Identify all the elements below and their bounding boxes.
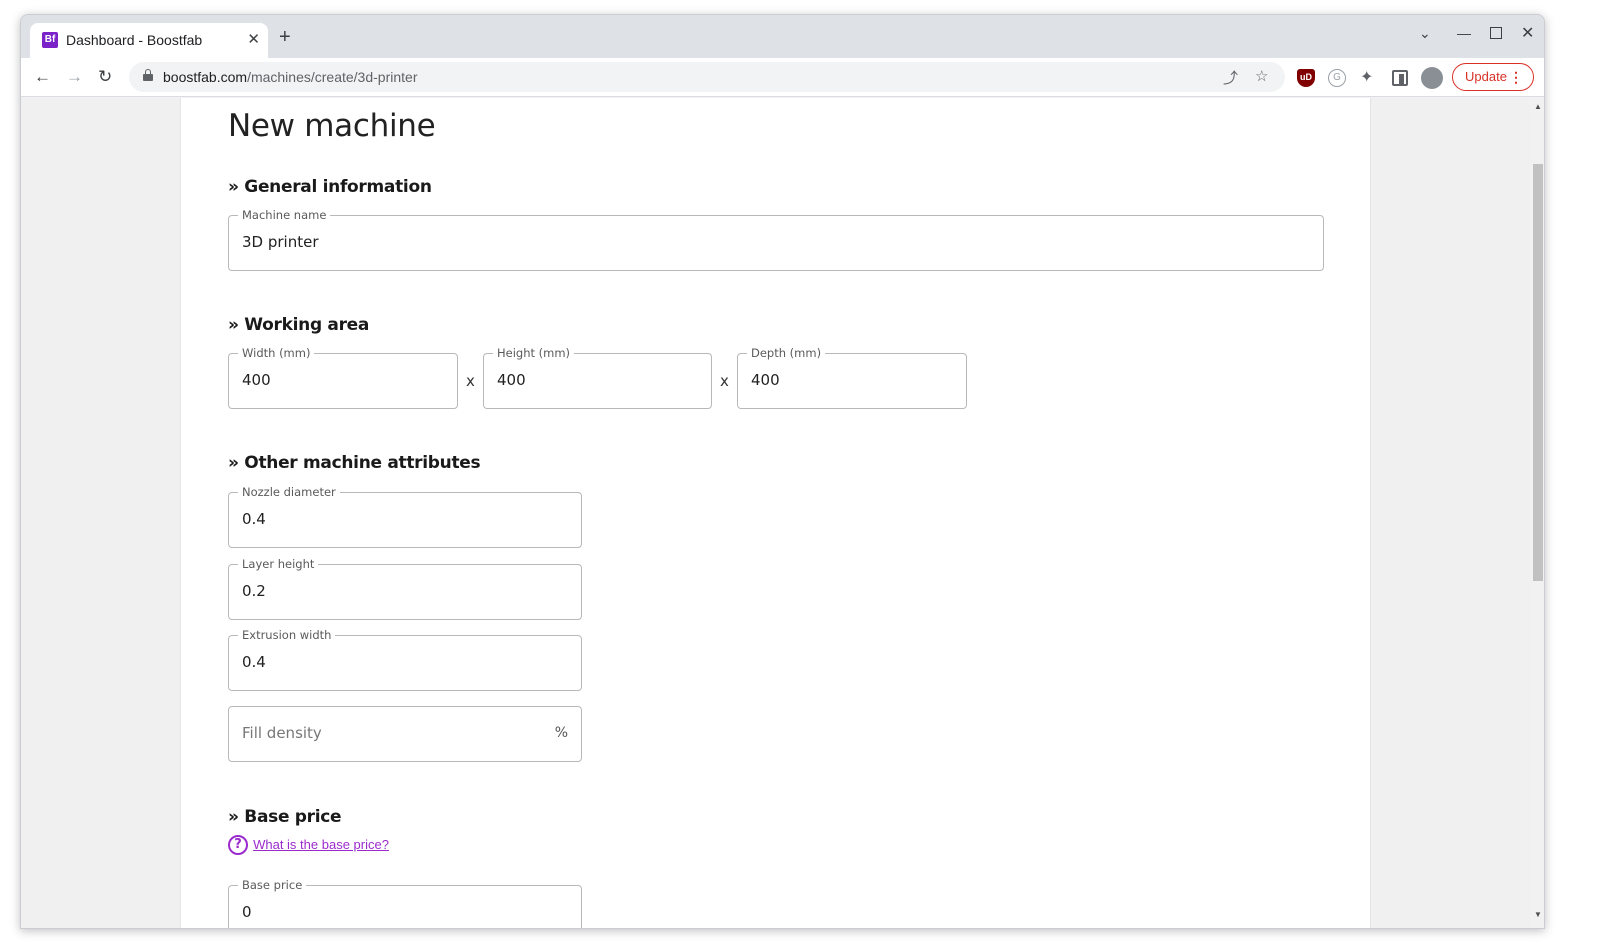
machine-name-field[interactable]: Machine name 3D printer xyxy=(228,208,1324,271)
share-icon[interactable]: ⤴ xyxy=(1223,67,1238,88)
boostfab-favicon-icon: Bf xyxy=(42,32,58,48)
bookmark-star-icon[interactable]: ☆ xyxy=(1255,67,1268,85)
tab-search-chevron-icon[interactable]: ⌄ xyxy=(1419,25,1431,42)
section-other-machine-attributes: » Other machine attributes xyxy=(228,453,481,473)
tab-dashboard[interactable]: Bf Dashboard - Boostfab ✕ xyxy=(30,23,268,58)
dimension-separator: x xyxy=(720,372,729,390)
browser-window: Bf Dashboard - Boostfab ✕ + ⌄ — ✕ ← → ↻ … xyxy=(20,14,1545,929)
address-bar[interactable]: boostfab.com/machines/create/3d-printer … xyxy=(129,62,1285,92)
back-arrow-icon[interactable]: ← xyxy=(34,67,51,87)
lock-icon xyxy=(143,69,153,81)
tab-close-icon[interactable]: ✕ xyxy=(247,30,260,48)
reload-icon[interactable]: ↻ xyxy=(98,67,112,87)
vertical-scrollbar[interactable]: ▲ ▼ xyxy=(1530,98,1544,928)
layer-height-field[interactable]: Layer height 0.2 xyxy=(228,557,582,620)
ublock-extension-icon[interactable]: uD xyxy=(1297,69,1315,87)
side-panel-icon[interactable] xyxy=(1392,70,1408,86)
page-title: New machine xyxy=(228,108,436,144)
page-viewport: New machine » General information Machin… xyxy=(21,98,1530,928)
forward-arrow-icon[interactable]: → xyxy=(66,67,83,87)
minimize-icon[interactable]: — xyxy=(1457,25,1471,41)
base-price-field[interactable]: Base price 0 xyxy=(228,878,582,928)
extensions-puzzle-icon[interactable]: ✦ xyxy=(1360,69,1378,87)
more-menu-icon[interactable]: ⋮ xyxy=(1509,64,1523,90)
update-button[interactable]: Update ⋮ xyxy=(1452,63,1534,91)
fill-density-placeholder: Fill density xyxy=(242,724,322,742)
section-working-area: » Working area xyxy=(228,315,370,335)
form-panel: New machine » General information Machin… xyxy=(180,98,1371,928)
dimension-separator: x xyxy=(466,372,475,390)
extrusion-width-field[interactable]: Extrusion width 0.4 xyxy=(228,628,582,691)
tab-bar: Bf Dashboard - Boostfab ✕ + ⌄ — ✕ xyxy=(21,15,1544,58)
help-question-icon: ? xyxy=(228,834,248,855)
scroll-up-arrow-icon[interactable]: ▲ xyxy=(1534,102,1542,111)
maximize-icon[interactable] xyxy=(1490,27,1502,39)
base-price-help: ? What is the base price? xyxy=(228,834,389,855)
what-is-base-price-link[interactable]: What is the base price? xyxy=(253,837,389,852)
nozzle-diameter-field[interactable]: Nozzle diameter 0.4 xyxy=(228,485,582,548)
tab-title: Dashboard - Boostfab xyxy=(66,32,203,48)
height-field[interactable]: Height (mm) 400 xyxy=(483,346,712,409)
scroll-down-arrow-icon[interactable]: ▼ xyxy=(1534,910,1542,919)
section-general-information: » General information xyxy=(228,177,432,197)
width-field[interactable]: Width (mm) 400 xyxy=(228,346,458,409)
fill-density-field[interactable]: Fill density % xyxy=(228,706,582,762)
url-text: boostfab.com/machines/create/3d-printer xyxy=(163,69,418,85)
new-tab-icon[interactable]: + xyxy=(279,27,291,47)
scrollbar-thumb[interactable] xyxy=(1533,164,1543,581)
browser-toolbar: ← → ↻ boostfab.com/machines/create/3d-pr… xyxy=(21,58,1544,97)
percent-suffix: % xyxy=(554,725,568,741)
profile-avatar-icon[interactable] xyxy=(1421,67,1443,89)
close-window-icon[interactable]: ✕ xyxy=(1521,23,1534,43)
depth-field[interactable]: Depth (mm) 400 xyxy=(737,346,967,409)
section-base-price: » Base price xyxy=(228,807,342,827)
extension-ghost-icon[interactable]: G xyxy=(1328,69,1346,87)
